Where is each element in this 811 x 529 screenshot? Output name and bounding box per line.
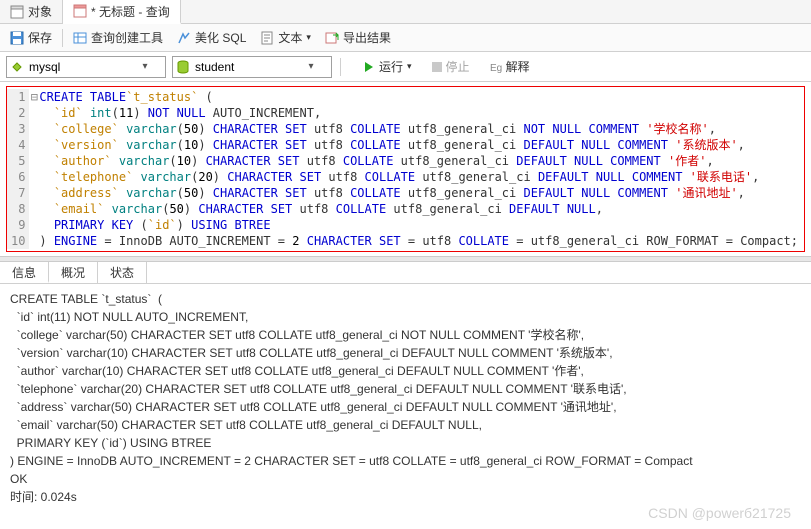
- database-icon: [173, 60, 193, 74]
- toolbar: 保存 查询创建工具 美化 SQL 文本 ▾ 导出结果: [0, 24, 811, 52]
- builder-label: 查询创建工具: [91, 29, 163, 46]
- beautify-button[interactable]: 美化 SQL: [171, 27, 252, 48]
- builder-icon: [73, 31, 87, 45]
- export-button[interactable]: 导出结果: [319, 27, 397, 48]
- export-label: 导出结果: [343, 29, 391, 46]
- stop-icon: [432, 62, 442, 72]
- sql-editor[interactable]: 12345678910 ⊟ CREATE TABLE`t_status` ( `…: [7, 89, 804, 249]
- stop-button: 停止: [426, 56, 476, 77]
- explain-button[interactable]: Eg 解释: [484, 56, 536, 77]
- text-button[interactable]: 文本 ▾: [254, 27, 317, 48]
- stop-label: 停止: [446, 58, 470, 75]
- sql-editor-highlight: 12345678910 ⊟ CREATE TABLE`t_status` ( `…: [6, 86, 805, 252]
- save-button[interactable]: 保存: [4, 27, 58, 48]
- save-icon: [10, 31, 24, 45]
- save-label: 保存: [28, 29, 52, 46]
- query-icon: [73, 4, 87, 18]
- result-output[interactable]: CREATE TABLE `t_status` ( `id` int(11) N…: [0, 284, 811, 512]
- separator: [62, 29, 63, 47]
- export-icon: [325, 31, 339, 45]
- svg-text:Eg: Eg: [490, 63, 502, 73]
- beautify-icon: [177, 31, 191, 45]
- connection-bar: ▾ ▾ 运行 ▾ 停止 Eg 解释: [0, 52, 811, 82]
- chevron-down-icon: ▾: [407, 61, 412, 72]
- explain-label: 解释: [506, 58, 530, 75]
- tab-query-label: * 无标题 - 查询: [91, 3, 170, 20]
- code-area[interactable]: CREATE TABLE`t_status` ( `id` int(11) NO…: [39, 89, 804, 249]
- fold-gutter[interactable]: ⊟: [29, 89, 39, 249]
- table-icon: [10, 5, 24, 19]
- chevron-down-icon: ▾: [306, 32, 311, 43]
- beautify-label: 美化 SQL: [195, 29, 246, 46]
- builder-button[interactable]: 查询创建工具: [67, 27, 169, 48]
- run-button[interactable]: 运行 ▾: [357, 56, 418, 77]
- tab-object[interactable]: 对象: [0, 0, 63, 23]
- line-gutter: 12345678910: [7, 89, 29, 249]
- main-tabs: 对象 * 无标题 - 查询: [0, 0, 811, 24]
- schema-combo[interactable]: ▾: [172, 56, 332, 78]
- play-icon: [363, 61, 375, 73]
- tab-query[interactable]: * 无标题 - 查询: [63, 0, 181, 24]
- tab-profile[interactable]: 概况: [49, 262, 98, 283]
- watermark: CSDN @powerб21725: [648, 505, 791, 521]
- tab-status[interactable]: 状态: [98, 262, 147, 283]
- text-icon: [260, 31, 274, 45]
- explain-icon: Eg: [490, 61, 502, 73]
- chevron-down-icon[interactable]: ▾: [137, 61, 153, 72]
- result-tabs: 信息 概况 状态: [0, 262, 811, 284]
- tab-info[interactable]: 信息: [0, 262, 49, 283]
- db-combo[interactable]: ▾: [6, 56, 166, 78]
- chevron-down-icon[interactable]: ▾: [303, 61, 319, 72]
- separator: [340, 58, 341, 76]
- text-label: 文本: [278, 29, 302, 46]
- tab-object-label: 对象: [28, 3, 52, 20]
- schema-input[interactable]: [193, 57, 303, 77]
- db-input[interactable]: [27, 57, 137, 77]
- connection-icon: [7, 60, 27, 74]
- run-label: 运行: [379, 58, 403, 75]
